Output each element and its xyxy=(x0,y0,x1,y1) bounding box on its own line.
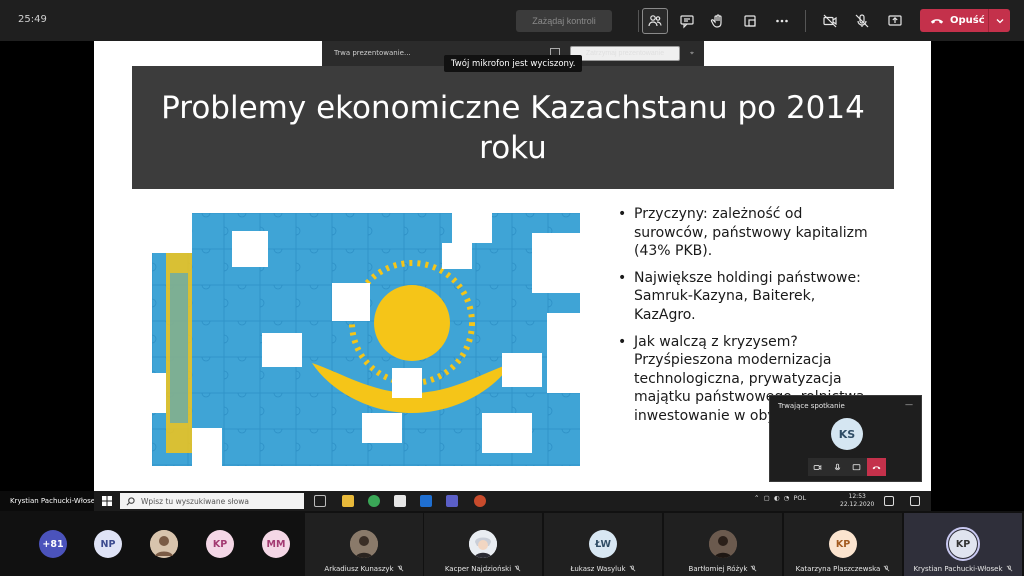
store-icon[interactable] xyxy=(394,495,406,507)
share-icon[interactable] xyxy=(882,8,908,34)
input-language[interactable]: POL xyxy=(793,494,806,502)
meeting-toolbar: 25:49 Zażądaj kontroli Opuść xyxy=(0,0,1024,41)
avatar xyxy=(469,530,497,558)
camera-off-icon[interactable] xyxy=(808,458,828,476)
clock-date: 22.12.2020 xyxy=(840,501,875,508)
slide-title-box: Problemy ekonomiczne Kazachstanu po 2014… xyxy=(132,66,894,189)
mic-icon[interactable] xyxy=(828,458,848,476)
stop-presenting-button[interactable]: Zatrzymaj prezentowanie xyxy=(570,46,680,61)
mic-off-icon xyxy=(629,565,635,572)
overflow-participants-count[interactable]: +81 xyxy=(39,530,67,558)
clock-time: 12:53 xyxy=(848,493,866,500)
person-photo-icon xyxy=(469,530,497,558)
task-view-icon[interactable] xyxy=(314,495,326,507)
pin-icon[interactable]: ⌖ xyxy=(690,49,698,57)
avatar xyxy=(350,530,378,558)
search-placeholder: Wpisz tu wyszukiwane słowa xyxy=(141,496,250,506)
participant-gallery: +81 NP KP MM Arkadiusz Kunaszyk Kacper N… xyxy=(0,511,1024,576)
notifications-icon[interactable] xyxy=(884,496,894,506)
leave-label: Opuść xyxy=(950,15,985,26)
hang-up-icon[interactable] xyxy=(866,458,886,476)
mic-off-icon xyxy=(1006,565,1012,572)
mic-off-icon xyxy=(514,565,521,572)
presenting-status: Trwa prezentowanie... xyxy=(334,49,411,57)
chrome-icon[interactable] xyxy=(368,495,380,507)
outlook-icon[interactable] xyxy=(420,495,432,507)
participant-tile[interactable]: KP Katarzyna Plaszczewska xyxy=(784,513,902,576)
teams-meeting-window: 25:49 Zażądaj kontroli Opuść Problemy ek… xyxy=(0,0,1024,576)
system-clock[interactable]: 12:53 22.12.2020 xyxy=(840,493,874,509)
person-photo-icon xyxy=(150,530,178,558)
avatar: KS xyxy=(831,418,863,450)
more-icon[interactable] xyxy=(769,8,795,34)
powerpoint-icon[interactable] xyxy=(474,495,486,507)
rooms-icon[interactable] xyxy=(737,8,763,34)
camera-off-icon[interactable] xyxy=(817,8,843,34)
participants-icon[interactable] xyxy=(642,8,668,34)
call-monitor-controls xyxy=(808,458,886,476)
file-explorer-icon[interactable] xyxy=(342,495,354,507)
participant-name: Krystian Pachucki-Włosek xyxy=(913,565,1003,573)
avatar: KP xyxy=(946,527,980,561)
hang-up-icon xyxy=(930,18,944,24)
mic-muted-tooltip: Twój mikrofon jest wyciszony. xyxy=(444,55,583,72)
chat-icon[interactable] xyxy=(674,8,700,34)
chevron-down-icon[interactable] xyxy=(988,9,1010,32)
avatar[interactable]: MM xyxy=(262,530,290,558)
call-monitor[interactable]: Trwające spotkanie — KS xyxy=(769,395,922,482)
avatar[interactable]: NP xyxy=(94,530,122,558)
mic-off-icon xyxy=(751,565,757,572)
avatar[interactable]: KP xyxy=(206,530,234,558)
person-photo-icon xyxy=(709,530,737,558)
participant-tile[interactable]: Arkadiusz Kunaszyk xyxy=(305,513,423,576)
leave-button[interactable]: Opuść xyxy=(920,9,1010,32)
search-icon xyxy=(126,496,135,505)
system-tray[interactable]: ⌃ ▢ ◐ ◔ POL xyxy=(754,494,806,502)
toolbar-divider xyxy=(638,10,639,32)
share-icon[interactable] xyxy=(847,458,867,476)
mic-off-icon[interactable] xyxy=(849,8,875,34)
avatar xyxy=(709,530,737,558)
mic-off-icon xyxy=(883,565,890,572)
windows-taskbar: Wpisz tu wyszukiwane słowa ⌃ ▢ ◐ ◔ POL 1… xyxy=(94,491,931,511)
participant-name: Kacper Najdzioński xyxy=(444,565,512,573)
avatar: ŁW xyxy=(589,530,617,558)
toolbar-divider xyxy=(805,10,806,32)
mic-off-icon xyxy=(397,565,403,572)
participant-tile-self[interactable]: KP Krystian Pachucki-Włosek xyxy=(904,513,1022,576)
teams-icon[interactable] xyxy=(446,495,458,507)
minimize-icon[interactable]: — xyxy=(905,400,913,409)
action-center-icon[interactable] xyxy=(910,496,920,506)
taskbar-search-input[interactable]: Wpisz tu wyszukiwane słowa xyxy=(120,493,304,509)
raise-hand-icon[interactable] xyxy=(705,8,731,34)
request-control-button[interactable]: Zażądaj kontroli xyxy=(516,10,612,32)
avatar: KP xyxy=(829,530,857,558)
call-monitor-title: Trwające spotkanie xyxy=(778,402,845,410)
participant-name: Arkadiusz Kunaszyk xyxy=(324,565,394,573)
participant-tile[interactable]: Kacper Najdzioński xyxy=(424,513,542,576)
slide-bullet: Przyczyny: zależność od surowców, państw… xyxy=(618,205,873,261)
avatar[interactable] xyxy=(150,530,178,558)
windows-start-icon[interactable] xyxy=(102,496,112,506)
slide-bullet: Największe holdingi państwowe: Samruk-Ka… xyxy=(618,269,873,325)
meeting-timer: 25:49 xyxy=(18,14,47,25)
participant-name: Łukasz Wasyluk xyxy=(570,565,626,573)
presenter-name: Krystian Pachucki-Włosek xyxy=(0,491,100,511)
participant-name: Katarzyna Plaszczewska xyxy=(795,565,881,573)
kazakhstan-puzzle-flag-image xyxy=(152,213,580,466)
participant-tile[interactable]: ŁW Łukasz Wasyluk xyxy=(544,513,662,576)
person-photo-icon xyxy=(350,530,378,558)
participant-name: Bartłomiej Różyk xyxy=(688,565,748,573)
participant-tile[interactable]: Bartłomiej Różyk xyxy=(664,513,782,576)
slide-title: Problemy ekonomiczne Kazachstanu po 2014… xyxy=(161,89,865,166)
